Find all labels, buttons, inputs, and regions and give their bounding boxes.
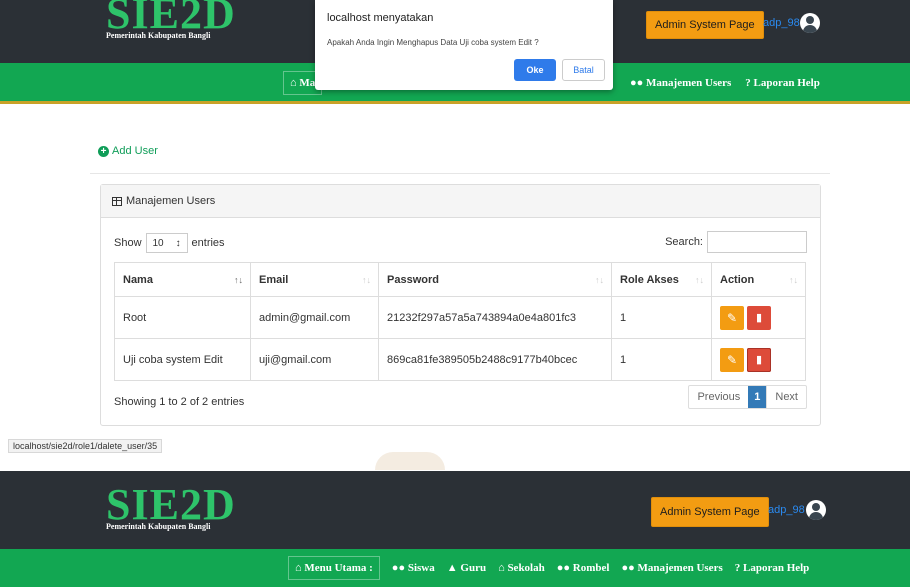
show-label: Show xyxy=(114,237,142,249)
avatar[interactable] xyxy=(806,500,826,520)
cell-email: uji@gmail.com xyxy=(250,338,379,381)
search-input[interactable] xyxy=(707,231,807,253)
status-bar-url: localhost/sie2d/role1/dalete_user/35 xyxy=(8,439,163,453)
nav-item-manajemen-users[interactable]: ●● Manajemen Users xyxy=(621,562,722,574)
divider xyxy=(90,173,830,174)
nav-item-laporan-help[interactable]: ? Laporan Help xyxy=(735,562,810,574)
question-icon: ? xyxy=(745,77,751,89)
panel-title: Manajemen Users xyxy=(126,195,216,207)
cell-email: admin@gmail.com xyxy=(250,296,379,339)
logo-text: SIE2D xyxy=(106,480,236,529)
nav-item-guru[interactable]: ▲ Guru xyxy=(447,562,486,574)
plus-circle-icon: + xyxy=(98,145,109,157)
table-row: Uji coba system Edit uji@gmail.com 869ca… xyxy=(114,338,806,381)
cell-nama: Uji coba system Edit xyxy=(114,338,251,381)
add-user-link[interactable]: + Add User xyxy=(98,145,158,157)
delete-button[interactable]: ▮ xyxy=(747,305,771,330)
users-table: Nama ↑↓ Email ↑↓ Password ↑↓ Role Akses ↑↓ A… xyxy=(114,262,806,381)
table-search: Search: xyxy=(665,231,807,253)
edit-icon: ✎ xyxy=(726,352,738,367)
pagination-next[interactable]: Next xyxy=(766,386,806,408)
edit-button[interactable]: ✎ xyxy=(720,347,744,372)
users-panel: Manajemen Users Show 10 ↕ entries Search… xyxy=(100,184,821,426)
logo-text: SIE2D xyxy=(106,0,236,38)
entries-length-control: Show 10 ↕ entries xyxy=(114,233,225,253)
updown-icon: ↕ xyxy=(175,237,181,249)
main-nav-bottom: ⌂ Menu Utama : ●● Siswa ▲ Guru ⌂ Sekolah… xyxy=(0,549,910,587)
cell-action: ✎ ▮ xyxy=(711,338,806,381)
trash-icon: ▮ xyxy=(755,353,763,366)
graduation-cap-icon: ▲ xyxy=(446,562,458,574)
edit-button[interactable]: ✎ xyxy=(720,305,744,330)
entries-select[interactable]: 10 ↕ xyxy=(145,233,188,253)
bottom-header: SIE2D Pemerintah Kabupaten Bangli Admin … xyxy=(0,471,910,549)
sort-icon: ↑↓ xyxy=(695,275,704,285)
confirm-dialog: localhost menyatakan Apakah Anda Ingin M… xyxy=(315,0,613,90)
trash-icon: ▮ xyxy=(755,311,763,324)
group-icon: ●● xyxy=(630,77,644,89)
site-logo[interactable]: SIE2D Pemerintah Kabupaten Bangli xyxy=(106,0,256,40)
sort-icon: ↑↓ xyxy=(595,275,604,285)
home-icon: ⌂ xyxy=(290,77,297,89)
avatar[interactable] xyxy=(800,13,820,33)
cell-role: 1 xyxy=(611,296,712,339)
cell-password: 21232f297a57a5a743894a0e4a801fc3 xyxy=(378,296,612,339)
nav-item-manajemen-users[interactable]: ●● Manajemen Users xyxy=(630,77,731,89)
dialog-title: localhost menyatakan xyxy=(327,12,434,24)
add-user-label: Add User xyxy=(112,145,158,157)
users-icon: ●● xyxy=(391,562,406,574)
home-icon: ⌂ xyxy=(295,562,302,574)
question-icon: ? xyxy=(734,562,741,574)
col-header-nama[interactable]: Nama ↑↓ xyxy=(114,262,251,297)
panel-header: Manajemen Users xyxy=(101,185,820,218)
nav-item-laporan-help[interactable]: ? Laporan Help xyxy=(745,77,820,89)
table-header-row: Nama ↑↓ Email ↑↓ Password ↑↓ Role Akses ↑↓ A… xyxy=(114,262,806,297)
nav-menu-utama[interactable]: ⌂ Menu Utama : xyxy=(288,556,380,580)
cell-nama: Root xyxy=(114,296,251,339)
username-link[interactable]: adp_98 xyxy=(763,17,800,29)
table-row: Root admin@gmail.com 21232f297a57a5a7438… xyxy=(114,296,806,339)
username-link[interactable]: adp_98 xyxy=(768,504,805,516)
sort-asc-icon: ↑↓ xyxy=(234,275,243,285)
search-label: Search: xyxy=(665,236,703,248)
col-header-action[interactable]: Action ↑↓ xyxy=(711,262,806,297)
col-header-role-akses[interactable]: Role Akses ↑↓ xyxy=(611,262,712,297)
bank-icon: ⌂ xyxy=(498,562,505,574)
cell-role: 1 xyxy=(611,338,712,381)
watermark-logo xyxy=(375,452,445,470)
edit-icon: ✎ xyxy=(726,310,738,325)
nav-item-rombel[interactable]: ●● Rombel xyxy=(557,562,610,574)
pagination: Previous 1 Next xyxy=(688,385,807,409)
ok-button[interactable]: Oke xyxy=(514,59,556,81)
sort-icon: ↑↓ xyxy=(362,275,371,285)
pagination-previous[interactable]: Previous xyxy=(689,386,748,408)
pagination-page-1[interactable]: 1 xyxy=(748,386,767,408)
table-icon xyxy=(112,196,122,206)
admin-system-page-button[interactable]: Admin System Page xyxy=(651,497,769,527)
dialog-message: Apakah Anda Ingin Menghapus Data Uji cob… xyxy=(327,38,539,47)
site-logo[interactable]: SIE2D Pemerintah Kabupaten Bangli xyxy=(106,480,256,532)
nav-item-siswa[interactable]: ●● Siswa xyxy=(392,562,435,574)
col-header-email[interactable]: Email ↑↓ xyxy=(250,262,379,297)
group-icon: ●● xyxy=(556,562,571,574)
sort-icon: ↑↓ xyxy=(789,275,798,285)
col-header-password[interactable]: Password ↑↓ xyxy=(378,262,612,297)
group-icon: ●● xyxy=(621,562,635,574)
cell-password: 869ca81fe389505b2488c9177b40bcec xyxy=(378,338,612,381)
admin-system-page-button[interactable]: Admin System Page xyxy=(646,11,764,39)
delete-button[interactable]: ▮ xyxy=(747,347,771,372)
cell-action: ✎ ▮ xyxy=(711,296,806,339)
nav-item-sekolah[interactable]: ⌂ Sekolah xyxy=(498,562,545,574)
entries-label: entries xyxy=(191,237,225,249)
cancel-button[interactable]: Batal xyxy=(562,59,605,81)
table-info: Showing 1 to 2 of 2 entries xyxy=(114,396,245,408)
nav-divider xyxy=(0,101,910,104)
